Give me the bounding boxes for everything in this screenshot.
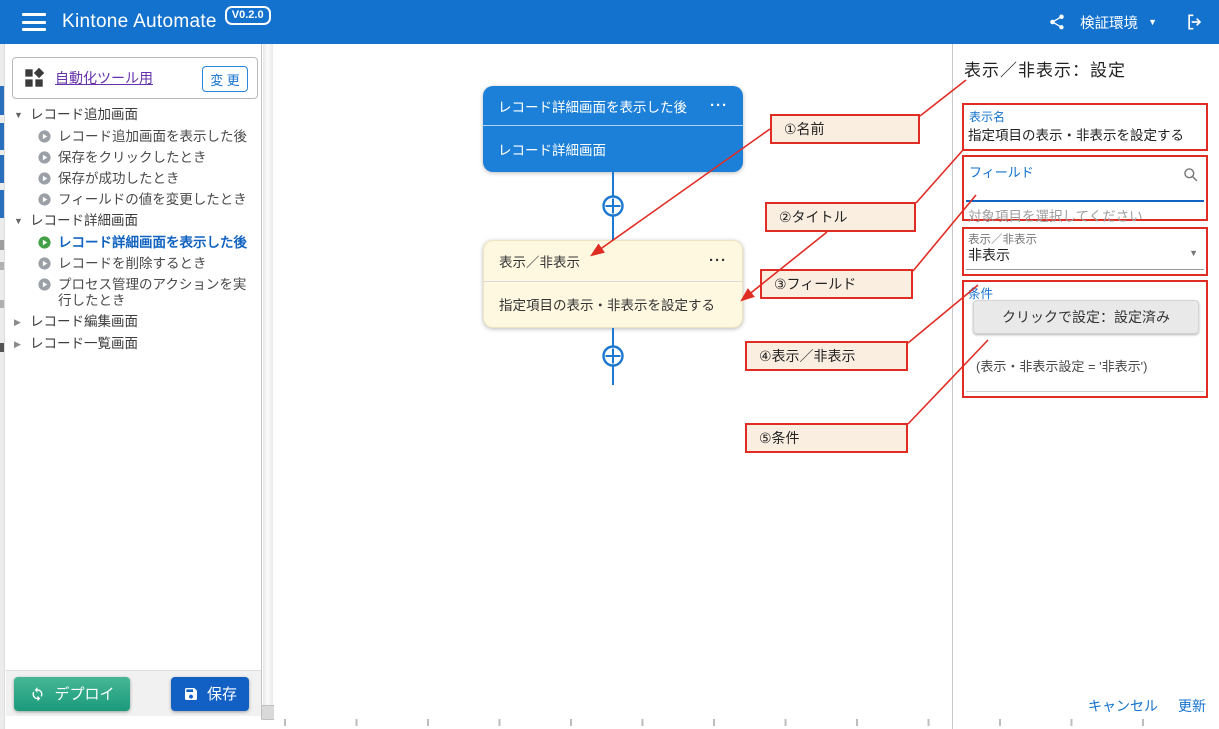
kintone-app-icon bbox=[23, 67, 45, 89]
field-label: フィールド bbox=[969, 162, 1034, 181]
more-menu-icon[interactable]: ··· bbox=[710, 101, 728, 111]
tree-group-record-detail[interactable]: ▼ レコード詳細画面 bbox=[6, 210, 260, 232]
chevron-open-icon: ▼ bbox=[14, 216, 24, 226]
event-icon-active bbox=[38, 236, 51, 249]
menu-icon[interactable] bbox=[22, 13, 46, 31]
condition-summary: (表示・非表示設定 = '非表示') bbox=[976, 356, 1147, 375]
app-link[interactable]: 自動化ツール用 bbox=[55, 68, 153, 88]
share-icon[interactable] bbox=[1048, 13, 1066, 31]
field-input-underline bbox=[966, 200, 1204, 202]
deploy-button[interactable]: デプロイ bbox=[14, 677, 130, 711]
event-icon bbox=[38, 130, 51, 143]
condition-set-button[interactable]: クリックで設定：設定済み bbox=[973, 300, 1199, 334]
change-app-button[interactable]: 変 更 bbox=[202, 66, 248, 92]
tree-item[interactable]: フィールドの値を変更したとき bbox=[6, 189, 260, 210]
dropdown-caret-icon[interactable]: ▼ bbox=[1189, 248, 1198, 258]
visibility-section: 表示／非表示 非表示 ▼ bbox=[962, 227, 1208, 276]
search-icon[interactable] bbox=[1181, 165, 1200, 189]
display-name-label: 表示名 bbox=[969, 108, 1005, 125]
condition-section: 条件 クリックで設定：設定済み (表示・非表示設定 = '非表示') bbox=[962, 280, 1208, 398]
chevron-right-icon: ▶ bbox=[14, 339, 24, 350]
tree-item-active[interactable]: レコード詳細画面を表示した後 bbox=[6, 232, 260, 253]
event-icon bbox=[38, 151, 51, 164]
tree-group-record-edit[interactable]: ▶ レコード編集画面 bbox=[6, 311, 260, 333]
display-name-value[interactable]: 指定項目の表示・非表示を設定する bbox=[968, 124, 1184, 144]
panel-title: 表示／非表示：設定 bbox=[964, 56, 1126, 81]
cancel-button[interactable]: キャンセル bbox=[1088, 696, 1158, 716]
annotation-condition: ⑤条件 bbox=[745, 423, 908, 453]
version-badge: V0.2.0 bbox=[225, 6, 271, 25]
tree-group-record-add[interactable]: ▼ レコード追加画面 bbox=[6, 104, 260, 126]
annotation-field: ③フィールド bbox=[760, 269, 913, 299]
event-tree: ▼ レコード追加画面 レコード追加画面を表示した後 保存をクリックしたとき 保存… bbox=[6, 104, 260, 355]
tree-group-record-list[interactable]: ▶ レコード一覧画面 bbox=[6, 333, 260, 355]
visibility-select[interactable]: 非表示 bbox=[968, 245, 1010, 265]
chevron-down-icon[interactable]: ▼ bbox=[1148, 17, 1157, 27]
event-icon bbox=[38, 278, 51, 291]
chevron-open-icon: ▼ bbox=[14, 110, 24, 120]
sync-icon bbox=[29, 685, 46, 702]
annotation-visibility: ④表示／非表示 bbox=[745, 341, 908, 371]
tree-item[interactable]: レコード追加画面を表示した後 bbox=[6, 126, 260, 147]
trigger-node-subtitle: レコード詳細画面 bbox=[498, 139, 606, 159]
sidebar-footer: デプロイ 保存 bbox=[6, 670, 261, 716]
tree-item[interactable]: 保存をクリックしたとき bbox=[6, 147, 260, 168]
add-step-icon[interactable] bbox=[601, 344, 625, 368]
app-title: Kintone Automate bbox=[62, 11, 217, 33]
vertical-scrollbar[interactable] bbox=[263, 44, 273, 716]
app-header: Kintone Automate V0.2.0 検証環境 ▼ bbox=[0, 0, 1219, 44]
event-icon bbox=[38, 172, 51, 185]
update-button[interactable]: 更新 bbox=[1178, 696, 1206, 716]
more-menu-icon[interactable]: ··· bbox=[709, 256, 727, 266]
event-icon bbox=[38, 257, 51, 270]
sidebar: 自動化ツール用 変 更 ▼ レコード追加画面 レコード追加画面を表示した後 保存… bbox=[6, 44, 262, 716]
chevron-right-icon: ▶ bbox=[14, 317, 24, 328]
tree-item[interactable]: レコードを削除するとき bbox=[6, 253, 260, 274]
action-node-title: 表示／非表示 bbox=[499, 251, 580, 271]
settings-panel: 表示／非表示：設定 表示名 指定項目の表示・非表示を設定する フィールド 対象項… bbox=[952, 44, 1219, 729]
field-input[interactable]: 対象項目を選択してください bbox=[968, 205, 1143, 225]
logout-icon[interactable] bbox=[1185, 12, 1205, 32]
save-button[interactable]: 保存 bbox=[171, 677, 249, 711]
floppy-save-icon bbox=[183, 686, 199, 702]
flow-canvas: レコード詳細画面を表示した後 ··· レコード詳細画面 表示／非表示 ··· 指… bbox=[274, 44, 952, 729]
window-edge-strip bbox=[0, 44, 5, 729]
display-name-section: 表示名 指定項目の表示・非表示を設定する bbox=[962, 103, 1208, 151]
action-node-subtitle: 指定項目の表示・非表示を設定する bbox=[499, 294, 715, 314]
bottom-ruler-ticks bbox=[284, 719, 1164, 726]
app-window: Kintone Automate V0.2.0 検証環境 ▼ 自動化 bbox=[0, 0, 1219, 729]
action-node[interactable]: 表示／非表示 ··· 指定項目の表示・非表示を設定する bbox=[483, 240, 743, 328]
tree-item[interactable]: 保存が成功したとき bbox=[6, 168, 260, 189]
trigger-node[interactable]: レコード詳細画面を表示した後 ··· レコード詳細画面 bbox=[483, 86, 743, 172]
add-step-icon[interactable] bbox=[601, 194, 625, 218]
trigger-node-title: レコード詳細画面を表示した後 bbox=[498, 96, 687, 116]
tree-item[interactable]: プロセス管理のアクションを実行したとき bbox=[6, 274, 260, 311]
app-card: 自動化ツール用 変 更 bbox=[12, 57, 258, 99]
event-icon bbox=[38, 193, 51, 206]
annotation-name: ①名前 bbox=[770, 114, 920, 144]
annotation-title: ②タイトル bbox=[765, 202, 916, 232]
field-section: フィールド 対象項目を選択してください bbox=[962, 155, 1208, 221]
environment-selector[interactable]: 検証環境 bbox=[1080, 12, 1138, 33]
